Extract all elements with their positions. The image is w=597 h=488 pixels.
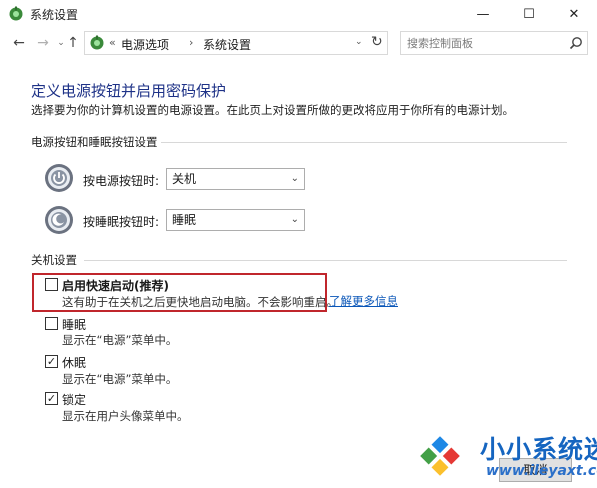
learn-more-link[interactable]: 了解更多信息 (329, 293, 398, 309)
lock-checkbox[interactable]: ✓ (45, 392, 58, 405)
forward-button[interactable]: → (34, 34, 52, 52)
button-settings-heading: 电源按钮和睡眠按钮设置 (31, 135, 158, 149)
hibernate-checkbox[interactable]: ✓ (45, 355, 58, 368)
fast-startup-description: 这有助于在关机之后更快地启动电脑。不会影响重启。 (62, 295, 338, 309)
fast-startup-label[interactable]: 启用快速启动(推荐) (62, 277, 169, 294)
power-button-action-select[interactable]: 关机 ⌄ (166, 168, 305, 190)
sleep-button-label: 按睡眠按钮时: (83, 215, 160, 229)
power-button-action-value: 关机 (172, 172, 197, 186)
chevron-down-icon: ⌄ (290, 214, 299, 225)
breadcrumb-overflow-icon[interactable]: « (109, 36, 116, 49)
chevron-down-icon: ⌄ (290, 173, 299, 184)
refresh-icon[interactable]: ↻ (371, 34, 383, 50)
search-box[interactable] (400, 31, 588, 55)
shutdown-settings-heading: 关机设置 (31, 253, 77, 267)
section-divider (161, 142, 567, 143)
close-button[interactable]: ✕ (551, 0, 597, 28)
title-bar: 系统设置 — ☐ ✕ (0, 0, 597, 28)
up-button[interactable]: ↑ (64, 34, 82, 52)
control-panel-icon (90, 35, 104, 50)
address-bar-row: ← → ⌄ ↑ « 电源选项 › 系统设置 ⌄ ↻ (0, 28, 597, 58)
sleep-button-action-value: 睡眠 (172, 213, 197, 227)
section-divider (84, 260, 567, 261)
sleep-option-label[interactable]: 睡眠 (62, 316, 86, 333)
sleep-button-action-select[interactable]: 睡眠 ⌄ (166, 209, 305, 231)
minimize-button[interactable]: — (460, 0, 506, 28)
page-title: 定义电源按钮并启用密码保护 (31, 82, 227, 100)
breadcrumb-system-settings[interactable]: 系统设置 (203, 36, 251, 53)
fast-startup-checkbox[interactable] (45, 278, 58, 291)
breadcrumb-power-options[interactable]: 电源选项 (121, 36, 169, 53)
maximize-button[interactable]: ☐ (506, 0, 552, 28)
sleep-button-icon (45, 206, 73, 234)
sleep-option-description: 显示在“电源”菜单中。 (62, 333, 178, 347)
power-button-icon (45, 164, 73, 192)
minimize-icon: — (476, 6, 490, 22)
search-input[interactable] (407, 34, 557, 52)
lock-option-label[interactable]: 锁定 (62, 391, 86, 408)
window-title: 系统设置 (30, 8, 79, 22)
close-icon: ✕ (568, 6, 580, 22)
back-button[interactable]: ← (10, 34, 28, 52)
control-panel-icon (9, 6, 23, 21)
watermark-url: www.ileyaxt.com (486, 463, 597, 479)
search-icon[interactable] (569, 36, 583, 50)
page-description: 选择要为你的计算机设置的电源设置。在此页上对设置所做的更改将应用于你所有的电源计… (31, 103, 514, 117)
power-button-label: 按电源按钮时: (83, 174, 160, 188)
breadcrumb-separator-icon[interactable]: › (189, 36, 193, 49)
sleep-checkbox[interactable] (45, 317, 58, 330)
hibernate-option-description: 显示在“电源”菜单中。 (62, 372, 178, 386)
watermark-title: 小小系统迷 (480, 435, 597, 464)
address-dropdown-icon[interactable]: ⌄ (355, 37, 363, 47)
hibernate-option-label[interactable]: 休眠 (62, 354, 86, 371)
address-box[interactable]: « 电源选项 › 系统设置 ⌄ ↻ (84, 31, 388, 55)
maximize-icon: ☐ (523, 6, 535, 22)
lock-option-description: 显示在用户头像菜单中。 (62, 409, 189, 423)
